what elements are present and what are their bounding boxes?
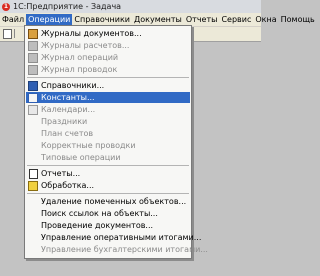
menu-item-catalogs[interactable]: Справочники... [26, 80, 190, 91]
menu-item-entries-journal[interactable]: Журнал проводок [26, 64, 190, 75]
menu-item-typical-operations[interactable]: Типовые операции [26, 152, 190, 163]
menu-reports[interactable]: Отчеты [184, 14, 220, 26]
calendar-icon [28, 104, 38, 115]
menu-item-calculation-journals[interactable]: Журналы расчетов... [26, 40, 190, 51]
menu-item-reports[interactable]: Отчеты... [26, 168, 190, 179]
window-title: 1С:Предприятие - Задача [13, 2, 122, 11]
menu-catalogs[interactable]: Справочники [72, 14, 132, 26]
menu-item-chart-of-accounts[interactable]: План счетов [26, 128, 190, 139]
menu-item-delete-marked[interactable]: Удаление помеченных объектов... [26, 196, 190, 207]
menu-item-correct-entries[interactable]: Корректные проводки [26, 140, 190, 151]
menu-separator [27, 193, 189, 194]
journal-icon [28, 40, 38, 51]
menu-item-holidays[interactable]: Праздники [26, 116, 190, 127]
menu-item-find-references[interactable]: Поиск ссылок на объекты... [26, 208, 190, 219]
catalog-icon [28, 80, 38, 91]
toolbar-separator [14, 29, 15, 38]
menu-separator [27, 77, 189, 78]
journal-icon [28, 28, 38, 39]
menu-item-accounting-totals[interactable]: Управление бухгалтерскими итогами... [26, 244, 208, 255]
menu-separator [27, 165, 189, 166]
menu-item-document-journals[interactable]: Журналы документов... [26, 28, 190, 39]
journal-icon [28, 52, 38, 63]
menu-item-operations-journal[interactable]: Журнал операций [26, 52, 190, 63]
operations-dropdown-menu: Журналы документов... Журналы расчетов..… [24, 25, 208, 259]
menu-help[interactable]: Помощь [279, 14, 317, 26]
report-icon [28, 168, 38, 179]
menu-file[interactable]: Файл [0, 14, 26, 26]
menu-item-processing[interactable]: Обработка... [26, 180, 190, 191]
menu-documents[interactable]: Документы [132, 14, 184, 26]
menu-operations[interactable]: Операции [26, 13, 73, 26]
new-document-icon[interactable] [3, 29, 12, 39]
menu-item-operational-totals[interactable]: Управление оперативными итогами... [26, 232, 201, 243]
processing-icon [28, 180, 38, 191]
menu-windows[interactable]: Окна [253, 14, 278, 26]
app-logo-icon: 1 [2, 2, 10, 11]
menu-item-calendars[interactable]: Календари... [26, 104, 190, 115]
menu-service[interactable]: Сервис [219, 14, 253, 26]
journal-icon [28, 64, 38, 75]
menu-item-constants[interactable]: Константы... [26, 92, 190, 103]
title-bar: 1 1С:Предприятие - Задача [0, 0, 261, 13]
constants-icon [28, 92, 38, 103]
menu-item-post-documents[interactable]: Проведение документов... [26, 220, 190, 231]
